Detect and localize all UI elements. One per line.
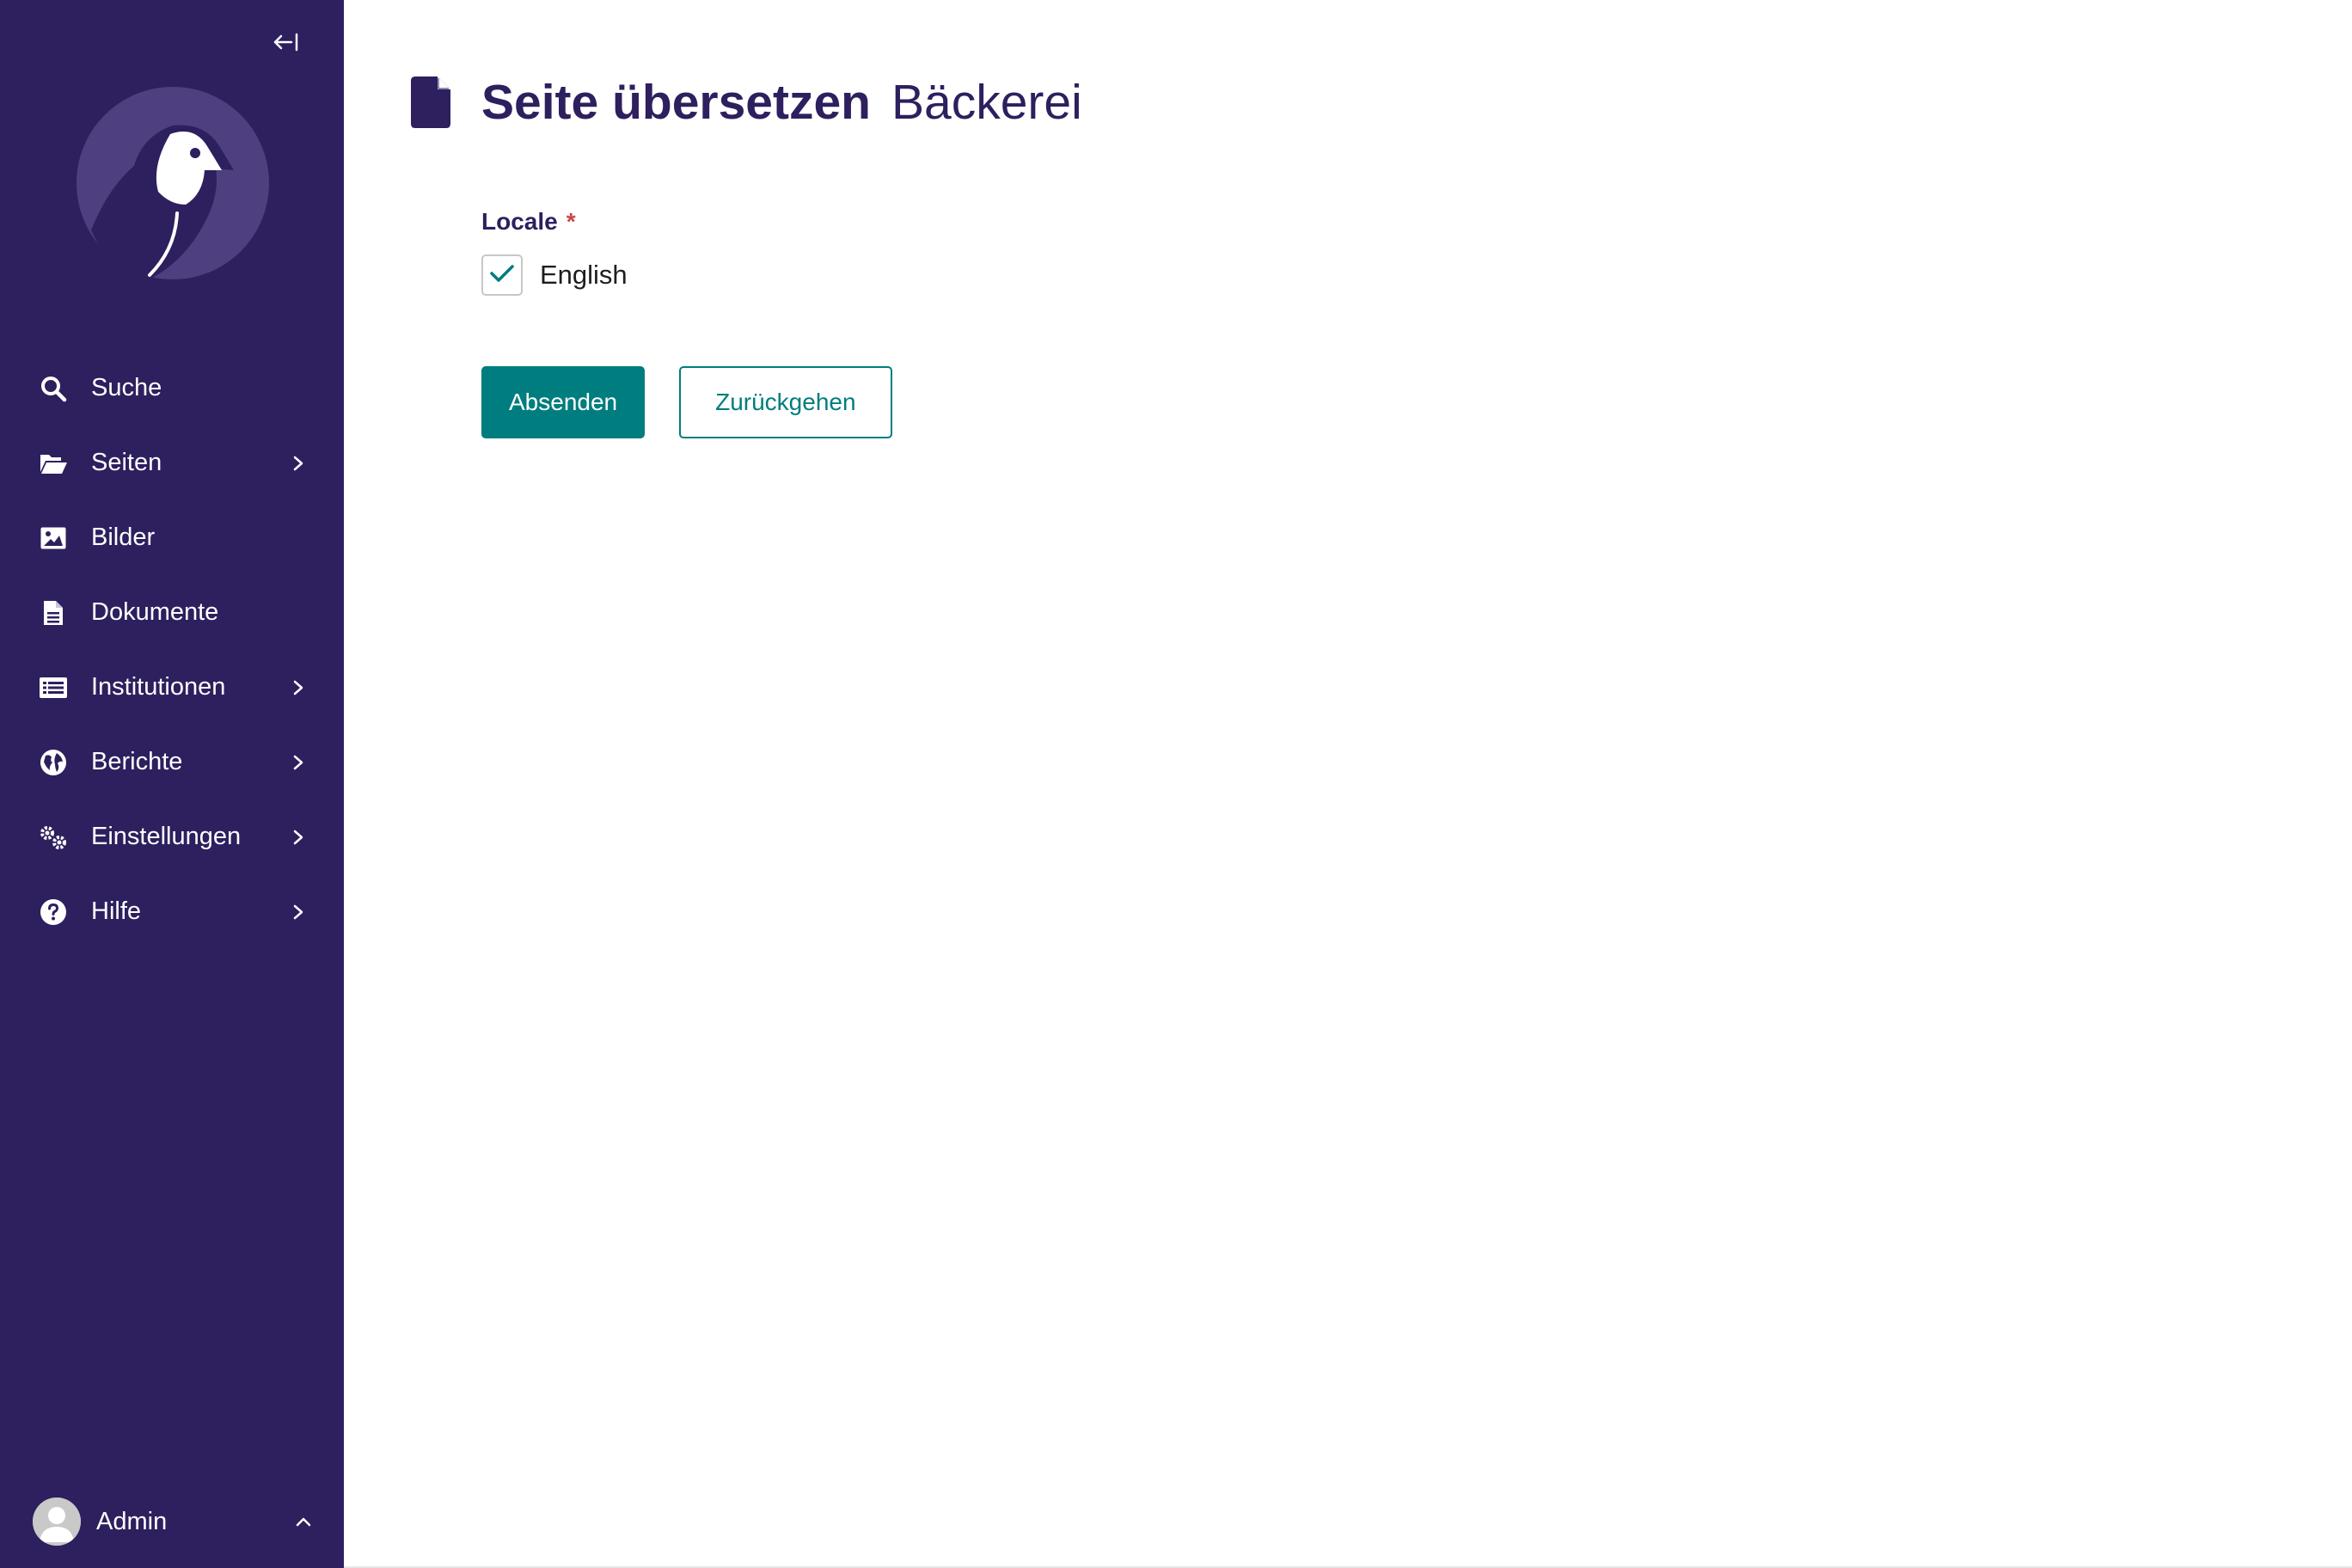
wagtail-bird-logo[interactable] — [74, 84, 272, 282]
locale-checkbox-english[interactable] — [481, 254, 523, 296]
checkmark-icon — [489, 263, 515, 288]
sidebar: Suche Seiten Bilder Dokumente Institutio… — [0, 0, 344, 1568]
sidebar-item-label: Institutionen — [91, 673, 226, 701]
sidebar-item-seiten[interactable]: Seiten — [0, 426, 344, 500]
locale-option-english[interactable]: English — [481, 254, 628, 296]
search-icon — [38, 373, 69, 404]
page-icon — [409, 76, 452, 129]
sidebar-item-label: Dokumente — [91, 598, 219, 626]
locale-option-label: English — [540, 260, 628, 290]
collapse-left-icon — [273, 32, 300, 57]
avatar-icon — [33, 1498, 81, 1546]
sidebar-item-bilder[interactable]: Bilder — [0, 500, 344, 575]
account-menu-toggle[interactable]: Admin — [33, 1498, 316, 1546]
sidebar-item-hilfe[interactable]: Hilfe — [0, 874, 344, 949]
submit-button[interactable]: Absenden — [481, 366, 646, 438]
chevron-right-icon — [289, 454, 308, 473]
chevron-right-icon — [289, 828, 308, 847]
locale-field-label: Locale * — [481, 208, 628, 236]
sidebar-item-berichte[interactable]: Berichte — [0, 725, 344, 799]
sidebar-item-institutionen[interactable]: Institutionen — [0, 650, 344, 725]
sidebar-item-label: Suche — [91, 374, 162, 401]
chevron-right-icon — [289, 903, 308, 922]
page-subtitle: Bäckerei — [891, 75, 1082, 130]
sidebar-item-label: Berichte — [91, 748, 183, 775]
list-icon — [38, 672, 69, 703]
cogs-icon — [38, 822, 69, 853]
sidebar-item-label: Einstellungen — [91, 823, 242, 850]
locale-label-text: Locale — [481, 208, 558, 235]
globe-icon — [38, 747, 69, 778]
form-actions: Absenden Zurückgehen — [481, 366, 892, 438]
image-icon — [38, 523, 69, 554]
page-header: Seite übersetzen Bäckerei — [409, 70, 1082, 134]
chevron-up-icon — [294, 1512, 313, 1531]
chevron-right-icon — [289, 753, 308, 772]
back-button[interactable]: Zurückgehen — [679, 366, 892, 438]
account-name: Admin — [96, 1507, 168, 1535]
main-content: Seite übersetzen Bäckerei Locale * Engli… — [344, 0, 2352, 1568]
required-mark: * — [566, 208, 576, 235]
page-title: Seite übersetzen — [481, 75, 871, 130]
sidebar-item-suche[interactable]: Suche — [0, 351, 344, 426]
chevron-right-icon — [289, 678, 308, 697]
app-window: Suche Seiten Bilder Dokumente Institutio… — [0, 0, 2352, 1568]
sidebar-item-label: Bilder — [91, 524, 156, 551]
sidebar-item-dokumente[interactable]: Dokumente — [0, 575, 344, 650]
sidebar-item-label: Hilfe — [91, 897, 142, 925]
collapse-sidebar-button[interactable] — [268, 26, 304, 62]
folder-open-icon — [38, 448, 69, 479]
help-icon — [38, 897, 69, 928]
sidebar-item-label: Seiten — [91, 449, 162, 476]
sidebar-nav: Suche Seiten Bilder Dokumente Institutio… — [0, 351, 344, 949]
translate-form: Locale * English — [481, 208, 628, 296]
sidebar-item-einstellungen[interactable]: Einstellungen — [0, 799, 344, 874]
document-icon — [38, 597, 69, 628]
